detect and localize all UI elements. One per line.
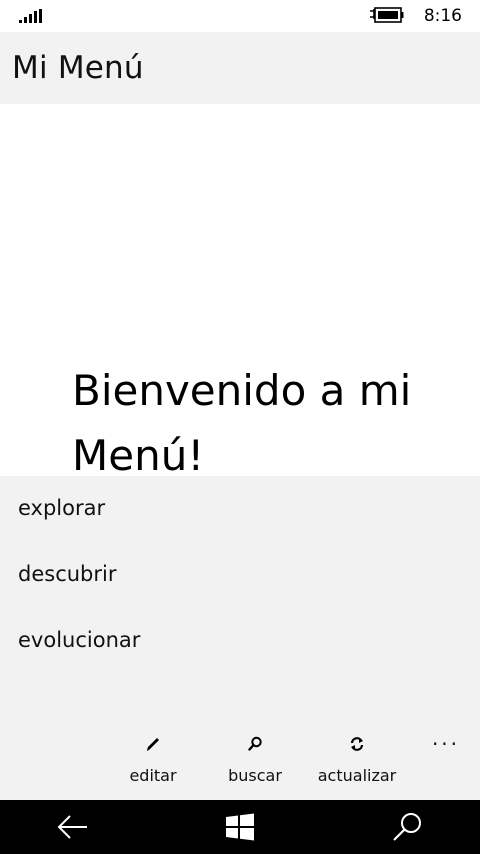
title-bar: Mi Menú bbox=[0, 32, 480, 104]
back-arrow-icon[interactable] bbox=[55, 810, 91, 844]
navigation-bar bbox=[0, 800, 480, 854]
status-bar: 8:16 bbox=[0, 0, 480, 32]
battery-charging-icon bbox=[370, 7, 404, 23]
search-icon[interactable] bbox=[390, 810, 426, 844]
menu-item-explorar[interactable]: explorar bbox=[18, 496, 105, 520]
search-button-label: buscar bbox=[228, 766, 282, 785]
refresh-button[interactable]: actualizar bbox=[307, 734, 407, 794]
welcome-text: Bienvenido a mi Menú! bbox=[72, 366, 412, 476]
status-time: 8:16 bbox=[423, 6, 462, 26]
refresh-icon bbox=[350, 737, 364, 751]
edit-button[interactable]: editar bbox=[103, 734, 203, 794]
windows-start-icon[interactable] bbox=[222, 810, 258, 844]
signal-icon bbox=[19, 9, 42, 23]
main-content: Bienvenido a mi Menú! bbox=[0, 104, 480, 476]
menu-item-evolucionar[interactable]: evolucionar bbox=[18, 628, 140, 652]
refresh-button-label: actualizar bbox=[317, 766, 397, 785]
menu-panel: explorar descubrir evolucionar editar bu… bbox=[0, 476, 480, 800]
search-icon bbox=[248, 736, 262, 751]
page-title: Mi Menú bbox=[12, 50, 144, 86]
edit-button-label: editar bbox=[129, 766, 177, 785]
more-options-button[interactable]: ··· bbox=[424, 732, 468, 756]
pencil-icon bbox=[147, 738, 159, 751]
menu-item-descubrir[interactable]: descubrir bbox=[18, 562, 116, 586]
search-button[interactable]: buscar bbox=[205, 734, 305, 794]
